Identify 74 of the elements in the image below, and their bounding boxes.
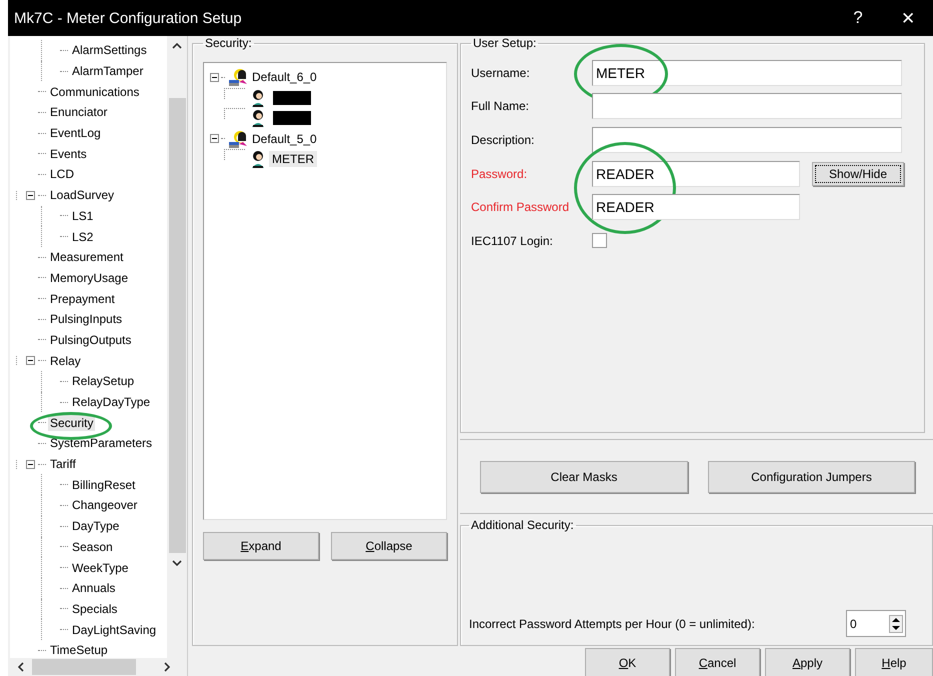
spin-arrows-icon <box>889 614 903 632</box>
tree-item[interactable]: Security <box>48 414 96 431</box>
field-label: Password: <box>471 166 528 181</box>
tree-item[interactable]: SystemParameters <box>48 435 154 452</box>
input-field[interactable] <box>592 93 902 120</box>
collapse-icon[interactable] <box>26 460 35 469</box>
input-field[interactable]: METER <box>592 60 902 86</box>
input-field[interactable] <box>592 126 902 153</box>
tree-item[interactable]: Annuals <box>70 580 118 596</box>
help-button[interactable]: Help <box>855 648 933 676</box>
tree-item[interactable]: Specials <box>70 600 120 617</box>
tree-item[interactable]: PulsingOutputs <box>48 332 134 348</box>
collapse-icon[interactable] <box>26 356 35 366</box>
tree-item[interactable]: PulsingInputs <box>48 311 124 328</box>
field-label: IEC1107 Login: <box>471 234 554 248</box>
tree-item[interactable]: MemoryUsage <box>48 270 130 286</box>
tree-item[interactable]: DayLightSaving <box>70 622 158 638</box>
tree-item[interactable]: DayType <box>70 518 122 534</box>
tree-item[interactable]: Measurement <box>48 249 126 266</box>
collapse-icon[interactable] <box>210 72 219 82</box>
user-group-icon <box>229 68 247 86</box>
apply-button[interactable]: Apply <box>765 648 850 676</box>
clear-masks-button[interactable]: Clear Masks <box>480 460 688 492</box>
group-label: Security: <box>204 36 253 50</box>
tree-item[interactable]: RelaySetup <box>70 373 136 390</box>
field-label: Username: <box>471 66 531 80</box>
tree-item[interactable]: Events <box>48 146 89 162</box>
tree-item[interactable]: LoadSurvey <box>48 187 116 204</box>
ok-button[interactable]: OK <box>585 648 670 676</box>
horizontal-scrollbar[interactable] <box>10 658 187 676</box>
help-button[interactable]: ? <box>833 0 883 36</box>
tree-item[interactable]: TimeSetup <box>48 642 110 658</box>
cancel-button[interactable]: Cancel <box>675 648 760 676</box>
vertical-scrollbar[interactable] <box>167 36 187 658</box>
tree-item[interactable]: AlarmTamper <box>70 63 146 80</box>
tree-item[interactable]: BillingReset <box>70 476 138 493</box>
tree-item[interactable]: EventLog <box>48 125 103 142</box>
tree-item[interactable]: RelayDayType <box>70 394 152 410</box>
tree-item[interactable]: Communications <box>48 84 142 100</box>
close-button[interactable]: ✕ <box>883 0 933 36</box>
password-field[interactable]: READER <box>592 194 800 220</box>
collapse-button[interactable]: Collapse <box>331 532 447 560</box>
tree-item[interactable]: Tariff <box>48 456 78 472</box>
tree-item[interactable]: Relay <box>48 352 83 369</box>
show-hide-button[interactable]: Show/Hide <box>812 162 904 186</box>
user-icon <box>249 109 267 128</box>
tree-item[interactable]: Season <box>70 538 115 555</box>
tree-item[interactable]: Enunciator <box>48 104 110 120</box>
group-label: User Setup: <box>472 36 538 50</box>
user-icon <box>249 150 267 168</box>
field-label: Confirm Password <box>471 200 570 214</box>
window-title: Mk7C - Meter Configuration Setup <box>13 10 242 26</box>
tree-item[interactable]: Changeover <box>70 497 140 514</box>
tree-item[interactable]: LS1 <box>70 208 96 224</box>
field-label: Full Name: <box>471 99 530 114</box>
checkbox[interactable] <box>592 233 607 248</box>
tree-item[interactable]: AlarmSettings <box>70 42 149 58</box>
group-label: Additional Security: <box>470 518 575 532</box>
tree-item[interactable]: WeekType <box>70 560 130 576</box>
collapse-icon[interactable] <box>210 134 219 144</box>
tree-item[interactable]: Default_5_0 <box>249 130 320 147</box>
tree-item[interactable]: LCD <box>48 166 76 182</box>
field-label: Incorrect Password Attempts per Hour (0 = unlimited): <box>469 616 755 630</box>
collapse-icon[interactable] <box>26 190 35 200</box>
tree-item[interactable]: METER <box>269 151 317 168</box>
password-field[interactable]: READER <box>592 160 800 187</box>
configuration-jumpers-button[interactable]: Configuration Jumpers <box>708 460 915 492</box>
number-spinner[interactable]: 0 <box>846 610 906 637</box>
user-icon <box>249 88 267 107</box>
field-label: Description: <box>471 132 536 147</box>
tree-item[interactable]: Prepayment <box>48 290 117 307</box>
expand-button[interactable]: Expand <box>203 532 319 560</box>
tree-item[interactable]: LS2 <box>70 228 96 245</box>
tree-item[interactable]: Default_6_0 <box>249 69 320 86</box>
